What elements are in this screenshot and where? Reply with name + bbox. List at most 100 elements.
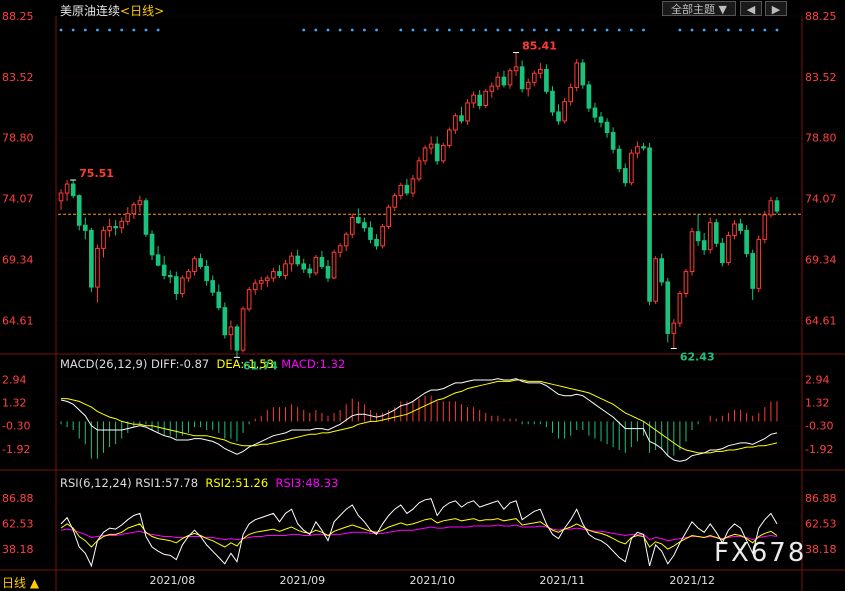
- event-marker-dot: [484, 28, 488, 32]
- rsi1-label: RSI1:: [135, 476, 166, 490]
- event-marker-dot: [447, 28, 451, 32]
- candle-body: [173, 276, 179, 294]
- candle-body: [167, 274, 173, 278]
- candle-body: [264, 277, 270, 282]
- event-marker-dot: [435, 28, 439, 32]
- candle-body: [131, 204, 137, 215]
- y-tick-label-left: 83.52: [2, 71, 34, 84]
- event-marker-dot: [702, 28, 706, 32]
- candle-body: [701, 240, 707, 251]
- candle-body: [180, 277, 185, 294]
- candle-body: [240, 308, 246, 351]
- candle-body: [398, 184, 404, 197]
- candle-body: [477, 94, 482, 106]
- y-tick-label-left: 78.80: [2, 132, 34, 145]
- candle-body: [689, 231, 695, 273]
- candle-body: [525, 81, 531, 90]
- candle-body: [544, 68, 549, 92]
- candle-body: [744, 229, 749, 255]
- macd-name: MACD(26,12,9): [60, 357, 148, 371]
- candle-body: [70, 183, 76, 197]
- candle-body: [186, 271, 191, 279]
- period-label[interactable]: <日线>: [120, 4, 164, 18]
- rsi2-label: RSI2:: [201, 476, 236, 490]
- event-marker-dot: [617, 28, 621, 32]
- event-marker-dot: [362, 28, 366, 32]
- y-tick-label-right: 1.32: [805, 397, 830, 410]
- candle-body: [762, 214, 768, 240]
- candle-body: [513, 66, 519, 72]
- candle-body: [204, 265, 209, 282]
- candle-body: [410, 178, 416, 194]
- macd-value: 1.32: [319, 357, 346, 371]
- event-marker-dot: [132, 28, 136, 32]
- stock-chart[interactable]: 88.25 88.25 83.52 83.52 78.80 78.80 74.07 74.07…: [0, 0, 845, 591]
- candle-body: [228, 326, 234, 336]
- candle-body: [671, 322, 677, 334]
- candle-body: [313, 256, 319, 274]
- candle-body: [125, 213, 131, 222]
- candle-body: [586, 84, 592, 109]
- dea-value: -1.53: [244, 357, 274, 371]
- event-marker-dot: [629, 28, 633, 32]
- event-marker-dot: [569, 28, 573, 32]
- candle-body: [283, 263, 288, 276]
- event-marker-dot: [108, 28, 111, 32]
- macd-label: MACD:: [277, 357, 320, 371]
- candle-body: [143, 200, 149, 235]
- chevron-down-icon: ▼: [718, 3, 727, 16]
- theme-dropdown-label: 全部主题: [671, 3, 716, 16]
- rsi3-value: 48.33: [305, 476, 339, 490]
- candle-body: [635, 146, 640, 154]
- candle-body: [246, 289, 252, 310]
- candle-body: [362, 222, 367, 229]
- candle-body: [295, 255, 300, 265]
- candle-body: [653, 258, 658, 302]
- event-marker-dot: [71, 28, 75, 32]
- rsi3-label: RSI3:: [271, 476, 306, 490]
- candle-body: [392, 195, 398, 208]
- period-tab[interactable]: 日线 ▲: [2, 574, 39, 591]
- candle-body: [750, 253, 756, 289]
- candle-body: [556, 111, 561, 122]
- candle-body: [356, 217, 361, 224]
- prev-button[interactable]: ◀: [740, 1, 762, 16]
- candle-body: [568, 86, 574, 103]
- candle-body: [428, 143, 434, 149]
- candle-body: [483, 90, 489, 106]
- event-marker-dot: [472, 28, 476, 32]
- triangle-left-icon: ◀: [746, 3, 756, 16]
- event-marker-dot: [96, 28, 99, 32]
- diff-value: -0.87: [179, 357, 210, 371]
- candle-body: [58, 192, 64, 202]
- candle-body: [550, 90, 555, 113]
- event-marker-dot: [83, 28, 87, 32]
- price-annotation: 62.43: [680, 350, 715, 363]
- candle-body: [768, 200, 774, 216]
- event-marker-dot: [399, 28, 403, 32]
- rsi-name: RSI(6,12,24): [60, 476, 132, 490]
- candle-body: [422, 147, 428, 162]
- event-marker-dot: [350, 28, 354, 32]
- candle-body: [707, 222, 713, 251]
- event-marker-dot: [775, 28, 779, 32]
- candle-body: [453, 115, 458, 131]
- candle-body: [307, 268, 313, 274]
- macd-legend: MACD(26,12,9) DIFF:-0.87 DEA:-1.53 MACD:…: [60, 357, 345, 371]
- diff-label: DIFF:: [151, 357, 180, 371]
- next-button[interactable]: ▶: [765, 1, 787, 16]
- theme-dropdown[interactable]: 全部主题 ▼: [662, 1, 736, 16]
- event-marker-dot: [581, 28, 585, 32]
- event-marker-dot: [557, 28, 560, 32]
- y-tick-label-left: 2.94: [2, 373, 27, 386]
- y-tick-label-right: 2.94: [805, 373, 830, 386]
- y-tick-label-right: 64.61: [805, 314, 837, 327]
- candle-body: [210, 280, 216, 293]
- y-tick-label-right: 78.80: [805, 132, 837, 145]
- event-marker-dot: [727, 28, 730, 32]
- candle-body: [289, 255, 294, 265]
- dea-label: DEA:: [212, 357, 245, 371]
- candle-body: [404, 184, 410, 194]
- candle-body: [277, 271, 282, 276]
- candle-body: [192, 258, 197, 273]
